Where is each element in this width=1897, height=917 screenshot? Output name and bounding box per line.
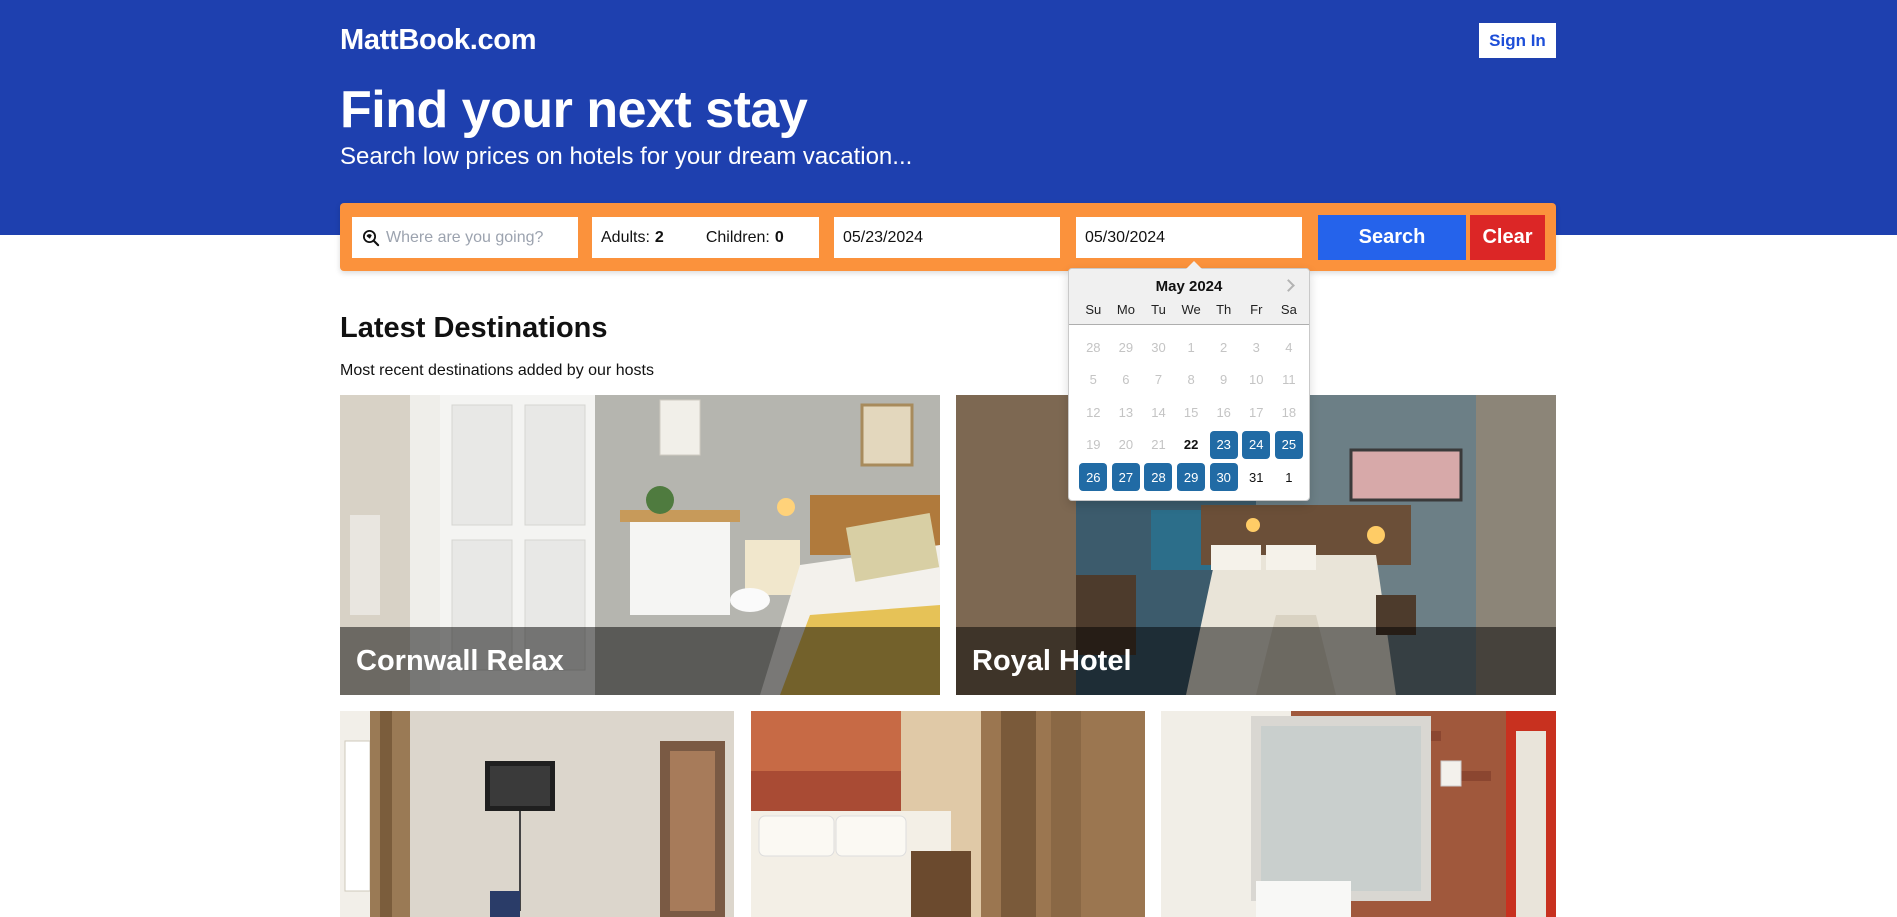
calendar-day: 30 xyxy=(1151,339,1166,355)
latest-destinations-title: Latest Destinations xyxy=(340,312,608,344)
weekday-label: Mo xyxy=(1116,302,1135,317)
calendar-week-row: 28 29 30 1 2 3 4 xyxy=(1077,331,1305,364)
calendar-week-row: 19 20 21 22 23 24 25 xyxy=(1077,429,1305,462)
weekday-label: Tu xyxy=(1151,302,1166,317)
calendar-day[interactable]: 25 xyxy=(1274,430,1303,459)
calendar-day: 13 xyxy=(1118,404,1134,420)
calendar-day: 29 xyxy=(1118,339,1134,355)
hotel-card-cornwall-relax[interactable]: Cornwall Relax xyxy=(340,395,940,695)
search-button[interactable]: Search xyxy=(1318,215,1466,260)
calendar-day: 16 xyxy=(1216,404,1231,420)
calendar-day[interactable]: 27 xyxy=(1111,463,1140,492)
hotel-name: Cornwall Relax xyxy=(340,627,940,695)
calendar-day[interactable]: 31 xyxy=(1242,463,1270,491)
calendar-day: 3 xyxy=(1252,339,1260,355)
calendar-day[interactable]: 30 xyxy=(1209,463,1238,492)
calendar-day: 15 xyxy=(1183,404,1199,420)
weekday-header: Su Mo Tu We Th Fr Sa xyxy=(1077,302,1305,317)
hotel-card-4[interactable] xyxy=(751,711,1145,917)
calendar-day: 20 xyxy=(1118,437,1134,453)
calendar-week-row: 5 6 7 8 9 10 11 xyxy=(1077,364,1305,397)
hotel-card-5[interactable] xyxy=(1161,711,1556,917)
children-label: Children: xyxy=(705,228,770,246)
calendar-day: 21 xyxy=(1151,437,1166,453)
hotel-photo xyxy=(1161,711,1556,917)
calendar-day: 1 xyxy=(1187,339,1195,355)
children-count[interactable]: Children: 0 xyxy=(706,229,784,247)
calendar-day[interactable]: 1 xyxy=(1275,463,1303,491)
hotel-photo xyxy=(751,711,1145,917)
weekday-label: Su xyxy=(1085,302,1102,317)
adults-count[interactable]: Adults: 2 xyxy=(601,229,664,247)
hotel-photo xyxy=(340,711,734,917)
weekday-label: Fr xyxy=(1250,302,1263,317)
check-in-date-input[interactable]: 05/23/2024 xyxy=(834,217,1060,258)
calendar-day: 11 xyxy=(1282,372,1296,388)
calendar-day: 2 xyxy=(1220,339,1228,355)
calendar-day: 19 xyxy=(1086,437,1101,453)
hotel-name: Royal Hotel xyxy=(956,627,1556,695)
hotel-card-3[interactable] xyxy=(340,711,734,917)
calendar-header: May 2024 Su Mo Tu We Th Fr Sa xyxy=(1069,269,1309,325)
calendar-day: 7 xyxy=(1154,372,1163,388)
calendar-day[interactable]: 26 xyxy=(1079,463,1108,492)
check-out-date-input[interactable]: 05/30/2024 xyxy=(1076,217,1302,258)
calendar-day: 14 xyxy=(1151,404,1166,420)
calendar-month-label: May 2024 xyxy=(1155,278,1223,295)
calendar-day[interactable]: 23 xyxy=(1209,430,1238,459)
calendar-day: 8 xyxy=(1187,372,1195,388)
hero-banner xyxy=(0,0,1897,235)
calendar-day: 6 xyxy=(1122,372,1130,388)
calendar-day: 18 xyxy=(1281,404,1297,420)
calendar-day: 17 xyxy=(1249,404,1264,420)
calendar-week-row: 12 13 14 15 16 17 18 xyxy=(1077,396,1305,429)
calendar-day[interactable]: 22 xyxy=(1177,431,1205,459)
calendar-day: 5 xyxy=(1089,372,1097,388)
sign-in-button[interactable]: Sign In xyxy=(1479,23,1556,58)
map-search-icon xyxy=(362,229,380,247)
chevron-right-icon[interactable] xyxy=(1281,277,1297,293)
hero-title: Find your next stay xyxy=(340,81,808,139)
weekday-label: Sa xyxy=(1280,302,1297,317)
latest-destinations-subtitle: Most recent destinations added by our ho… xyxy=(340,362,654,379)
calendar-day: 9 xyxy=(1220,372,1228,388)
calendar-day: 28 xyxy=(1086,339,1101,355)
calendar-day-grid: 28 29 30 1 2 3 4 5 6 7 8 9 10 11 12 13 14 15 16 17 18 19 20 21 2… xyxy=(1077,331,1305,494)
popup-arrow xyxy=(1186,261,1202,269)
brand-logo[interactable]: MattBook.com xyxy=(340,24,536,57)
calendar-week-row: 26 27 28 29 30 31 1 xyxy=(1077,461,1305,494)
children-value: 0 xyxy=(774,228,784,246)
calendar-day: 10 xyxy=(1249,372,1264,388)
weekday-label: Th xyxy=(1216,302,1232,317)
calendar-day[interactable]: 29 xyxy=(1177,463,1206,492)
calendar-day[interactable]: 24 xyxy=(1242,430,1271,459)
adults-value: 2 xyxy=(654,228,664,246)
destination-field[interactable] xyxy=(352,217,578,258)
destination-input[interactable] xyxy=(386,228,566,247)
adults-label: Adults: xyxy=(601,228,650,246)
search-bar: Adults: 2 Children: 0 05/23/2024 05/30/2… xyxy=(340,203,1556,271)
date-picker-popup: May 2024 Su Mo Tu We Th Fr Sa 28 29 30 1 2 3 4 5 6 7 8 9 1… xyxy=(1068,261,1310,501)
weekday-label: We xyxy=(1181,302,1201,317)
calendar-day: 4 xyxy=(1285,339,1293,355)
calendar-day[interactable]: 28 xyxy=(1144,463,1173,492)
guests-field[interactable]: Adults: 2 Children: 0 xyxy=(592,217,819,258)
clear-button[interactable]: Clear xyxy=(1470,215,1545,260)
hero-subtitle: Search low prices on hotels for your dre… xyxy=(340,143,913,170)
calendar-day: 12 xyxy=(1086,404,1101,420)
